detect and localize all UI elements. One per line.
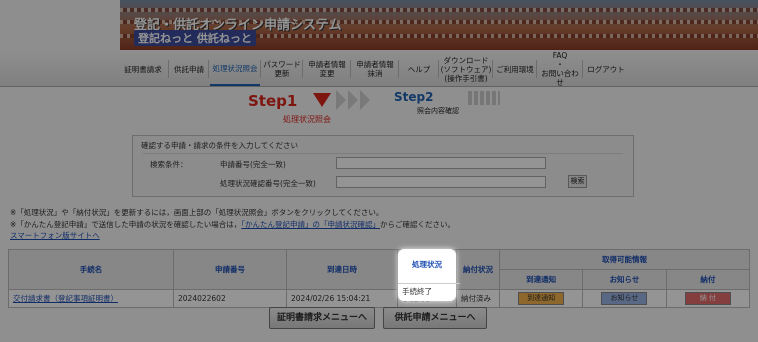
certificate-menu-button[interactable]: 証明書請求メニューへ — [269, 307, 375, 329]
col-info: 取得可能情報 — [499, 249, 750, 270]
chevron-icon — [348, 90, 358, 110]
table-row: 交付請求書（登記事項証明書） 2024022602 2024/02/26 15:… — [8, 289, 751, 308]
banner: 登記・供託オンライン申請システム 登記ねっと 供託ねっと — [120, 0, 758, 50]
status-number-input[interactable] — [336, 176, 546, 188]
smartphone-site-link[interactable]: スマートフォン版サイトへ — [10, 231, 100, 240]
application-number-input[interactable] — [336, 157, 546, 169]
highlight-status-header: 処理状況 — [412, 260, 442, 269]
row-arrival: 2024/02/26 15:04:21 — [286, 289, 398, 308]
row-arrival-notice: 到達通知 — [498, 289, 584, 308]
row-procedure: 交付請求書（登記事項証明書） — [8, 289, 174, 308]
chevron-icon — [360, 90, 370, 110]
nav-download[interactable]: ダウンロード (ソフトウェア) (操作手引書) — [440, 52, 492, 86]
pay-button[interactable]: 納 付 — [684, 292, 731, 305]
status-table: 手続名 申請番号 到達日時 処理状況 納付状況 取得可能情報 到達通知 お知らせ… — [8, 249, 751, 308]
procedure-link[interactable]: 交付請求書（登記事項証明書） — [13, 294, 118, 303]
col-notification: お知らせ — [582, 269, 667, 290]
notice-easy-registration: ※「かんたん登記申請」で送信した申請の状況を確認したい場合は，「かんたん登記申請… — [10, 219, 455, 230]
nav-certificate-request[interactable]: 証明書請求 — [118, 52, 168, 86]
header: 登記・供託オンライン申請システム 登記ねっと 供託ねっと — [0, 0, 758, 52]
nav-deposit-application[interactable]: 供託申請 — [170, 52, 208, 86]
row-notification: お知らせ — [582, 289, 667, 308]
nav-status-inquiry[interactable]: 処理状況照会 — [210, 52, 260, 86]
step2-title: Step2 — [394, 90, 434, 104]
step1-arrow-icon — [313, 93, 331, 107]
nav-help[interactable]: ヘルプ — [400, 52, 438, 86]
step2-label: 照会内容確認 — [417, 107, 459, 115]
nav-applicant-change[interactable]: 申請者情報 変更 — [304, 52, 350, 86]
deposit-menu-button[interactable]: 供託申請メニューへ — [383, 307, 487, 329]
col-pay: 納付 — [665, 269, 751, 290]
arrival-notice-button[interactable]: 到達通知 — [518, 292, 565, 305]
col-app-number: 申請番号 — [173, 249, 287, 290]
col-payment: 納付状況 — [456, 249, 500, 290]
row-app-number: 2024022602 — [173, 289, 287, 308]
step1-label: 処理状況照会 — [283, 115, 331, 124]
highlight-status-value: 手続終了 — [398, 283, 460, 300]
step2-progress — [468, 91, 500, 105]
notification-button[interactable]: お知らせ — [601, 292, 648, 305]
step1-title: Step1 — [248, 92, 298, 110]
search-condition-label: 検索条件： — [150, 160, 188, 169]
col-arrival-notice: 到達通知 — [498, 269, 584, 290]
search-title: 確認する申請・請求の条件を入力してください — [141, 141, 299, 150]
row-payment: 納付済み — [456, 289, 500, 308]
easy-registration-status-link[interactable]: 「かんたん登記申請」の「申請状況確認」 — [241, 220, 380, 229]
nav-password-update[interactable]: パスワード 更新 — [262, 52, 302, 86]
col-arrival: 到達日時 — [286, 249, 398, 290]
nav-logout[interactable]: ログアウト — [584, 52, 628, 86]
page: 登記・供託オンライン申請システム 登記ねっと 供託ねっと 証明書請求 供託申請 … — [0, 0, 758, 342]
app-subtitle: 登記ねっと 供託ねっと — [134, 30, 256, 46]
notice-prefix: ※「かんたん登記申請」で送信した申請の状況を確認したい場合は， — [10, 220, 242, 229]
row-pay: 納 付 — [665, 289, 751, 308]
nav-faq[interactable]: FAQ ・ お問い合わせ — [538, 51, 582, 87]
chevron-icon — [336, 90, 346, 110]
notice-refresh: ※「処理状況」や「納付状況」を更新するには，画面上部の「処理状況照会」ボタンをク… — [10, 208, 384, 217]
notice-suffix: からご確認ください。 — [380, 220, 456, 229]
nav-applicant-delete[interactable]: 申請者情報 抹消 — [352, 52, 398, 86]
application-number-label: 申請番号(完全一致) — [220, 160, 286, 169]
status-highlight: 処理状況 手続終了 — [398, 249, 460, 301]
smartphone-site-link-wrap: スマートフォン版サイトへ — [10, 230, 100, 241]
nav-environment[interactable]: ご利用環境 — [494, 52, 536, 86]
status-number-label: 処理状況確認番号(完全一致) — [220, 179, 316, 188]
search-button[interactable]: 検索 — [568, 175, 587, 188]
col-procedure: 手続名 — [8, 249, 174, 290]
main-nav: 証明書請求 供託申請 処理状況照会 パスワード 更新 申請者情報 変更 申請者情… — [0, 51, 758, 87]
